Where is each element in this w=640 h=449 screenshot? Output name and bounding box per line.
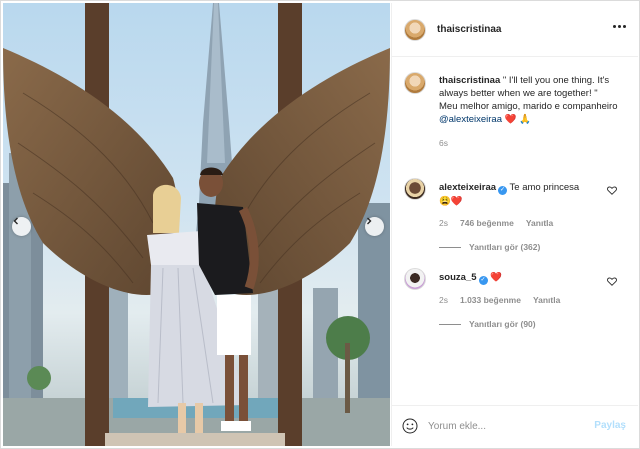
photo-illustration — [3, 3, 390, 446]
post-comment-button[interactable]: Paylaş — [594, 420, 626, 431]
post-photo — [3, 3, 390, 446]
comment-emoji: ❤️ — [490, 272, 502, 283]
instagram-post-modal: thaiscristinaa thaiscristinaa " I'll tel… — [0, 0, 640, 449]
reply-button[interactable]: Yanıtla — [526, 218, 553, 228]
caption-author-avatar[interactable] — [404, 72, 426, 94]
comment-composer: Paylaş — [392, 405, 638, 446]
author-username[interactable]: thaiscristinaa — [437, 24, 501, 35]
chevron-right-icon — [367, 217, 372, 225]
view-replies-label: Yanıtları gör (362) — [469, 242, 541, 252]
comment-body: Te amo princesa — [509, 182, 580, 193]
caption-body: Meu melhor amigo, marido e companheiro — [439, 101, 618, 112]
next-photo-button[interactable] — [365, 217, 384, 236]
chevron-left-icon — [13, 217, 18, 225]
caption-username[interactable]: thaiscristinaa — [439, 75, 500, 86]
verified-badge-icon: ✓ — [478, 276, 488, 285]
author-avatar[interactable] — [404, 18, 426, 41]
heart-outline-icon[interactable] — [607, 186, 617, 195]
comment-emoji: 😩❤️ — [439, 196, 463, 207]
comment-meta: 2s 746 beğenme Yanıtla — [439, 218, 619, 228]
view-replies-button[interactable]: Yanıtları gör (90) — [439, 319, 536, 329]
comment-text: souza_5 ✓ ❤️ — [439, 271, 599, 285]
more-options-icon[interactable] — [613, 25, 626, 28]
commenter-avatar[interactable] — [404, 178, 426, 200]
comment-time[interactable]: 2s — [439, 295, 448, 305]
comment-meta: 2s 1.033 beğenme Yanıtla — [439, 295, 619, 305]
comment-time[interactable]: 2s — [439, 218, 448, 228]
caption-time[interactable]: 6s — [439, 137, 629, 150]
previous-photo-button[interactable] — [12, 217, 31, 236]
emoji-smiley-icon[interactable] — [402, 418, 418, 434]
caption-emoji: ❤️ 🙏 — [504, 114, 531, 125]
heart-outline-icon[interactable] — [607, 277, 617, 286]
view-replies-label: Yanıtları gör (90) — [469, 319, 536, 329]
commenter-username[interactable]: souza_5 — [439, 272, 477, 283]
reply-button[interactable]: Yanıtla — [533, 295, 560, 305]
caption-mention[interactable]: @alexteixeiraa — [439, 114, 502, 125]
comment-likes[interactable]: 1.033 beğenme — [460, 295, 521, 305]
comment-likes[interactable]: 746 beğenme — [460, 218, 514, 228]
caption-text: thaiscristinaa " I'll tell you one thing… — [439, 74, 629, 150]
comments-list[interactable]: thaiscristinaa " I'll tell you one thing… — [392, 58, 638, 398]
post-side-panel: thaiscristinaa thaiscristinaa " I'll tel… — [391, 3, 638, 446]
verified-badge-icon: ✓ — [498, 186, 508, 195]
commenter-username[interactable]: alexteixeiraa — [439, 182, 496, 193]
commenter-avatar[interactable] — [404, 268, 426, 290]
comment-text: alexteixeiraa ✓ Te amo princesa 😩❤️ — [439, 181, 599, 209]
view-replies-button[interactable]: Yanıtları gör (362) — [439, 242, 540, 252]
comment-input[interactable] — [428, 420, 578, 432]
post-header: thaiscristinaa — [392, 3, 638, 57]
